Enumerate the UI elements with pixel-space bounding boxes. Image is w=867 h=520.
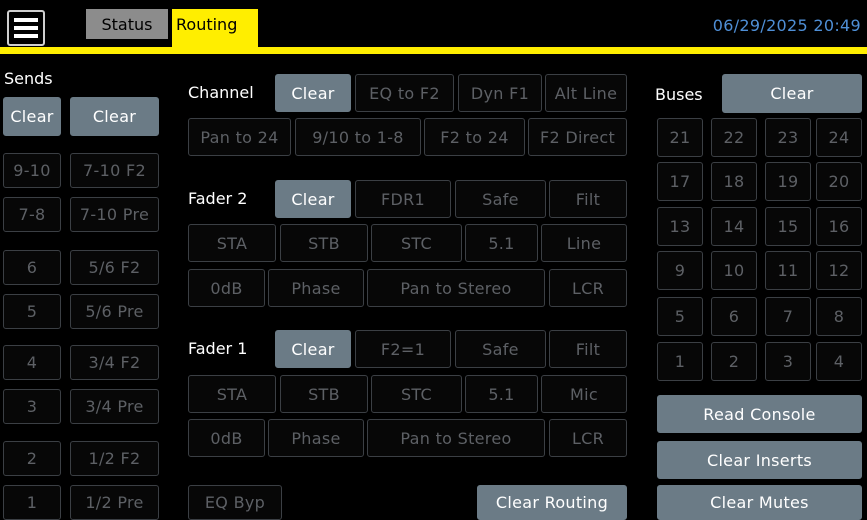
tab-routing[interactable]: Routing xyxy=(172,9,258,47)
fader2-pan-to-stereo-button[interactable]: Pan to Stereo xyxy=(367,269,545,307)
bus-button[interactable]: 7 xyxy=(765,297,811,336)
bus-button[interactable]: 15 xyxy=(765,207,811,246)
fader2-phase-button[interactable]: Phase xyxy=(268,269,364,307)
clear-routing-button[interactable]: Clear Routing xyxy=(477,485,627,520)
fader1-0db-button[interactable]: 0dB xyxy=(188,419,265,457)
bus-button[interactable]: 16 xyxy=(816,207,862,246)
bus-button[interactable]: 18 xyxy=(711,162,757,201)
menu-button[interactable] xyxy=(7,10,45,46)
send-button[interactable]: 5 xyxy=(3,294,61,329)
ch-9-10-to-1-8-button[interactable]: 9/10 to 1-8 xyxy=(295,118,421,156)
bus-button[interactable]: 8 xyxy=(816,297,862,336)
fader2-0db-button[interactable]: 0dB xyxy=(188,269,265,307)
bus-button[interactable]: 2 xyxy=(711,342,757,381)
fader2-safe-button[interactable]: Safe xyxy=(455,180,546,218)
send-button[interactable]: 3/4 Pre xyxy=(70,389,159,424)
read-console-button[interactable]: Read Console xyxy=(657,395,862,433)
fader1-safe-button[interactable]: Safe xyxy=(455,330,546,368)
send-button[interactable]: 1 xyxy=(3,485,61,520)
bus-button[interactable]: 21 xyxy=(657,118,703,157)
send-button[interactable]: 1/2 F2 xyxy=(70,441,159,476)
bus-button[interactable]: 9 xyxy=(657,251,703,290)
send-button[interactable]: 4 xyxy=(3,345,61,380)
fader2-stc-button[interactable]: STC xyxy=(371,224,462,262)
bus-button[interactable]: 4 xyxy=(816,342,862,381)
send-button[interactable]: 3/4 F2 xyxy=(70,345,159,380)
send-button[interactable]: 5/6 F2 xyxy=(70,250,159,285)
send-button[interactable]: 7-10 F2 xyxy=(70,153,159,188)
bus-button[interactable]: 14 xyxy=(711,207,757,246)
f2-direct-button[interactable]: F2 Direct xyxy=(528,118,627,156)
send-button[interactable]: 1/2 Pre xyxy=(70,485,159,520)
fader2-title: Fader 2 xyxy=(188,189,248,208)
bus-button[interactable]: 22 xyxy=(711,118,757,157)
send-button[interactable]: 7-8 xyxy=(3,197,61,232)
fader2-lcr-button[interactable]: LCR xyxy=(549,269,627,307)
fader2-line-button[interactable]: Line xyxy=(541,224,627,262)
sends-clear-left-button[interactable]: Clear xyxy=(3,97,61,136)
fader1-phase-button[interactable]: Phase xyxy=(268,419,364,457)
send-button[interactable]: 5/6 Pre xyxy=(70,294,159,329)
fader1-pan-to-stereo-button[interactable]: Pan to Stereo xyxy=(367,419,545,457)
dyn-f1-button[interactable]: Dyn F1 xyxy=(458,74,542,112)
fader2-fdr1-button[interactable]: FDR1 xyxy=(355,180,451,218)
fader1-clear-button[interactable]: Clear xyxy=(275,330,351,368)
bus-button[interactable]: 12 xyxy=(816,251,862,290)
buses-title: Buses xyxy=(655,85,703,104)
fader2-filt-button[interactable]: Filt xyxy=(549,180,627,218)
bus-button[interactable]: 11 xyxy=(765,251,811,290)
eq-to-f2-button[interactable]: EQ to F2 xyxy=(355,74,454,112)
fader1-sta-button[interactable]: STA xyxy=(188,375,276,413)
buses-clear-button[interactable]: Clear xyxy=(722,74,862,113)
bus-button[interactable]: 20 xyxy=(816,162,862,201)
fader1-mic-button[interactable]: Mic xyxy=(541,375,627,413)
sends-clear-right-button[interactable]: Clear xyxy=(70,97,159,136)
bus-button[interactable]: 23 xyxy=(765,118,811,157)
fader2-5-1-button[interactable]: 5.1 xyxy=(465,224,538,262)
sends-title: Sends xyxy=(4,69,53,88)
tab-status[interactable]: Status xyxy=(86,9,168,39)
channel-title: Channel xyxy=(188,83,254,102)
channel-clear-button[interactable]: Clear xyxy=(275,74,351,112)
f2-to-24-button[interactable]: F2 to 24 xyxy=(424,118,525,156)
clear-inserts-button[interactable]: Clear Inserts xyxy=(657,441,862,479)
fader2-sta-button[interactable]: STA xyxy=(188,224,276,262)
fader1-stb-button[interactable]: STB xyxy=(280,375,368,413)
eq-bypass-button[interactable]: EQ Byp xyxy=(188,485,282,520)
fader1-f2-equals-1-button[interactable]: F2=1 xyxy=(355,330,451,368)
pan-to-24-button[interactable]: Pan to 24 xyxy=(188,118,291,156)
send-button[interactable]: 7-10 Pre xyxy=(70,197,159,232)
bus-button[interactable]: 5 xyxy=(657,297,703,336)
fader1-5-1-button[interactable]: 5.1 xyxy=(465,375,538,413)
bus-button[interactable]: 13 xyxy=(657,207,703,246)
fader2-stb-button[interactable]: STB xyxy=(280,224,368,262)
accent-divider xyxy=(0,47,867,54)
bus-button[interactable]: 1 xyxy=(657,342,703,381)
bus-button[interactable]: 19 xyxy=(765,162,811,201)
bus-button[interactable]: 6 xyxy=(711,297,757,336)
bus-button[interactable]: 10 xyxy=(711,251,757,290)
fader1-title: Fader 1 xyxy=(188,339,248,358)
send-button[interactable]: 9-10 xyxy=(3,153,61,188)
fader1-stc-button[interactable]: STC xyxy=(371,375,462,413)
send-button[interactable]: 3 xyxy=(3,389,61,424)
bus-button[interactable]: 3 xyxy=(765,342,811,381)
clear-mutes-button[interactable]: Clear Mutes xyxy=(657,485,862,520)
datetime-display: 06/29/2025 20:49 xyxy=(712,16,861,35)
fader1-lcr-button[interactable]: LCR xyxy=(549,419,627,457)
send-button[interactable]: 6 xyxy=(3,250,61,285)
bus-button[interactable]: 24 xyxy=(816,118,862,157)
fader1-filt-button[interactable]: Filt xyxy=(549,330,627,368)
send-button[interactable]: 2 xyxy=(3,441,61,476)
alt-line-button[interactable]: Alt Line xyxy=(545,74,627,112)
fader2-clear-button[interactable]: Clear xyxy=(275,180,351,218)
bus-button[interactable]: 17 xyxy=(657,162,703,201)
